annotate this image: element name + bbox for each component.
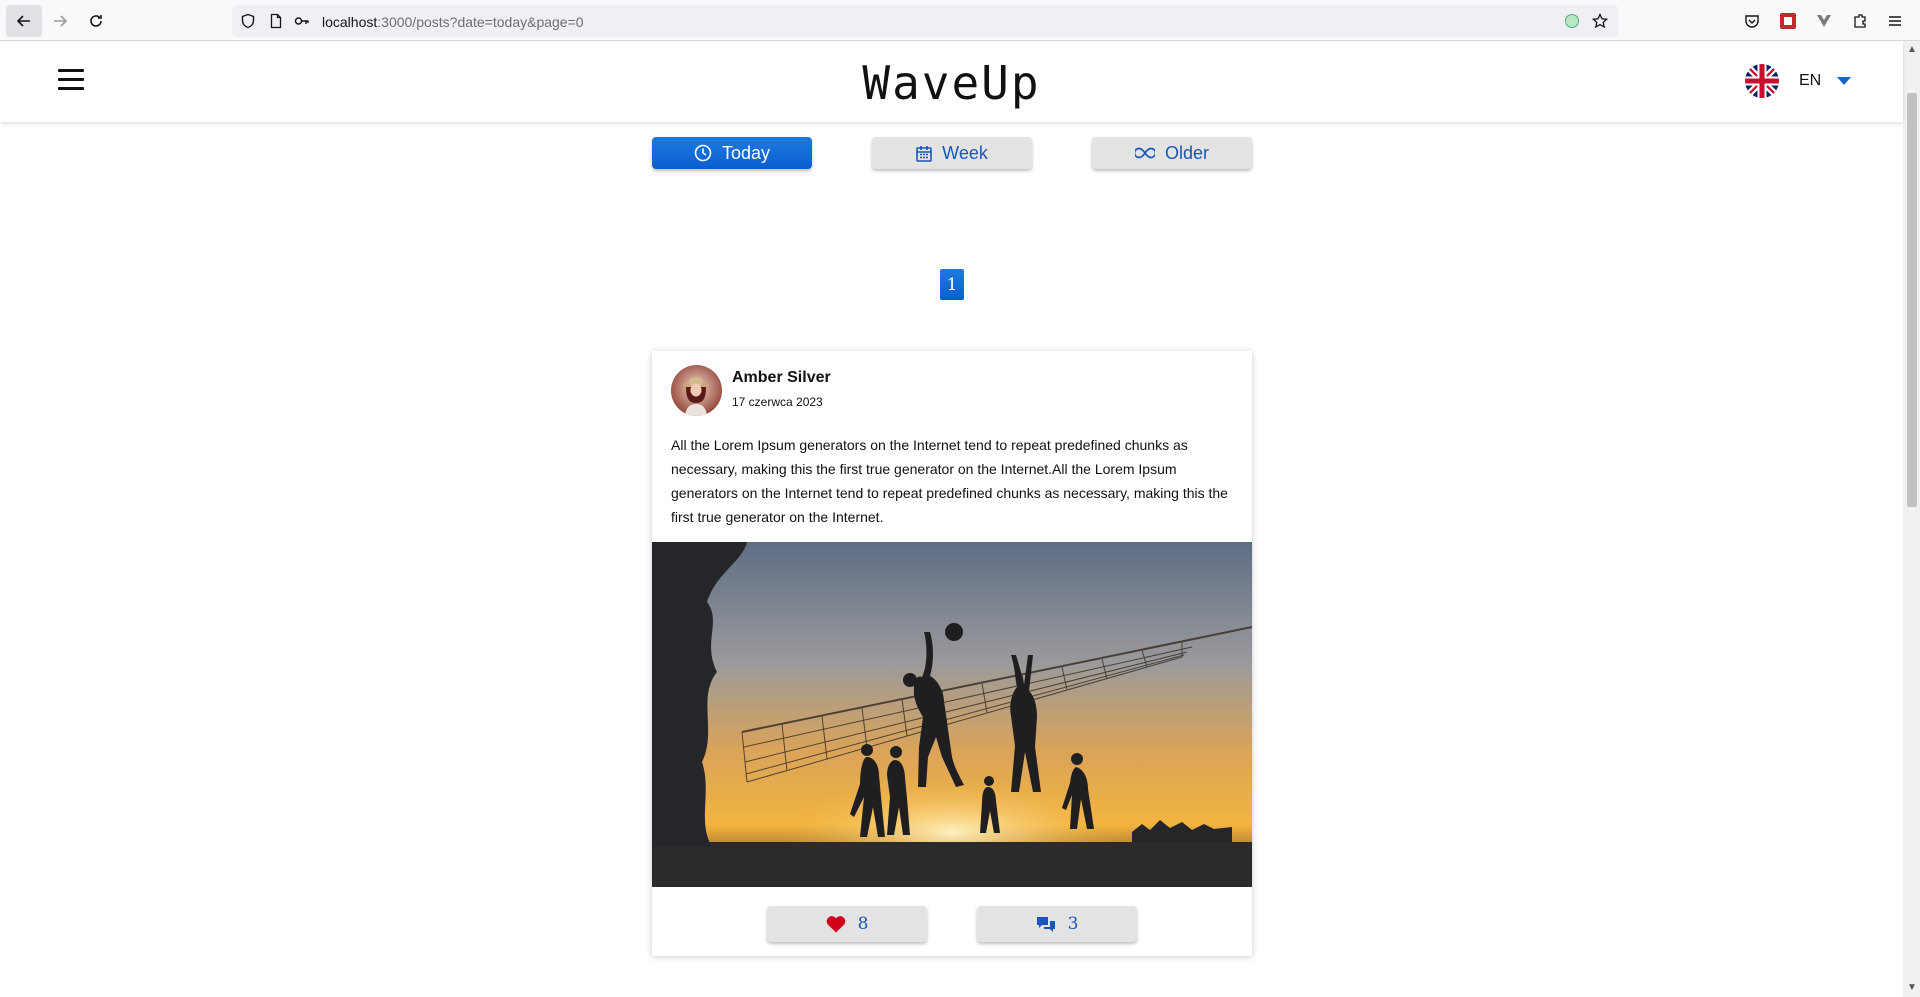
vue-devtools-icon[interactable] — [1814, 11, 1834, 31]
post-text: All the Lorem Ipsum generators on the In… — [671, 437, 1228, 525]
forward-button[interactable] — [42, 5, 78, 37]
menu-icon[interactable] — [1885, 11, 1905, 31]
page-icon[interactable] — [268, 13, 284, 29]
arrow-right-icon — [54, 15, 68, 27]
avatar[interactable] — [671, 365, 722, 416]
key-icon[interactable] — [294, 13, 310, 29]
logo[interactable]: WaveUp — [0, 56, 1903, 110]
post-author[interactable]: Amber Silver — [732, 369, 831, 387]
filter-older-label: Older — [1164, 142, 1209, 163]
filter-today-label: Today — [721, 142, 771, 163]
comments-button[interactable]: 3 — [977, 906, 1137, 942]
caret-down-icon[interactable] — [1837, 77, 1852, 85]
comments-icon — [1036, 917, 1055, 932]
url-host: localhost — [322, 14, 378, 30]
post-date: 17 czerwca 2023 — [732, 395, 823, 409]
reload-button[interactable] — [78, 5, 114, 37]
comments-count: 3 — [1067, 914, 1079, 934]
uk-flag-icon — [1745, 64, 1779, 98]
filter-older-button[interactable]: Older — [1092, 137, 1252, 169]
extension-badge-icon[interactable] — [1564, 13, 1580, 29]
clock-icon — [694, 144, 712, 162]
url-text: localhost:3000/posts?date=today&page=0 — [322, 14, 584, 30]
extensions-icon[interactable] — [1850, 11, 1870, 31]
infinity-icon — [1134, 147, 1155, 159]
browser-toolbar: localhost:3000/posts?date=today&page=0 — [0, 0, 1920, 41]
app-header: WaveUp EN — [0, 42, 1903, 122]
url-path: :3000/posts?date=today&page=0 — [377, 14, 584, 30]
language-code: EN — [1799, 72, 1822, 89]
reload-icon — [90, 15, 102, 27]
calendar-icon — [916, 145, 932, 162]
bookmark-star-icon[interactable] — [1592, 13, 1608, 29]
shield-icon[interactable] — [240, 13, 256, 29]
post-card: Amber Silver 17 czerwca 2023 All the Lor… — [652, 351, 1252, 956]
like-count: 8 — [857, 914, 869, 934]
filter-today-button[interactable]: Today — [652, 137, 812, 169]
extension-red-icon[interactable] — [1778, 11, 1798, 31]
pocket-icon[interactable] — [1742, 11, 1762, 31]
page-scrollbar[interactable]: ▲ ▼ — [1903, 41, 1920, 997]
heart-icon — [826, 916, 845, 933]
arrow-left-icon — [16, 15, 30, 27]
back-button[interactable] — [6, 5, 42, 37]
scroll-up-icon[interactable]: ▲ — [1907, 45, 1917, 55]
address-bar[interactable]: localhost:3000/posts?date=today&page=0 — [232, 5, 1618, 37]
scroll-down-icon[interactable]: ▼ — [1907, 983, 1917, 993]
filter-week-label: Week — [942, 142, 988, 163]
post-image — [652, 542, 1252, 887]
page-button-1[interactable]: 1 — [940, 269, 964, 300]
filter-week-button[interactable]: Week — [872, 137, 1032, 169]
language-selector[interactable]: EN — [1745, 64, 1852, 98]
scroll-thumb[interactable] — [1907, 93, 1917, 507]
like-button[interactable]: 8 — [767, 906, 927, 942]
